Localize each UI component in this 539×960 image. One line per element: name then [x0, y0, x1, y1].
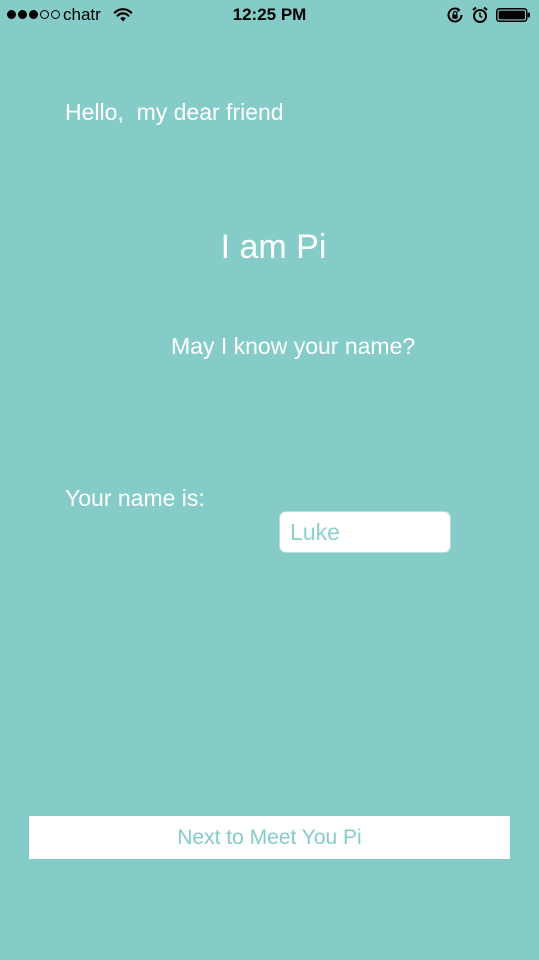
app-screen: chatr 12:25 PM Hello, my dear friend I a… — [0, 0, 539, 960]
name-label: Your name is: — [65, 485, 205, 511]
status-bar: chatr 12:25 PM — [0, 0, 539, 30]
name-input[interactable] — [279, 511, 451, 553]
alarm-icon — [472, 6, 488, 23]
battery-icon — [496, 8, 530, 22]
name-question: May I know your name? — [171, 333, 416, 359]
intro-title: I am Pi — [220, 228, 327, 266]
orientation-lock-icon — [447, 7, 463, 23]
greeting-text: Hello, my dear friend — [65, 99, 284, 125]
next-button[interactable]: Next to Meet You Pi — [29, 816, 510, 859]
